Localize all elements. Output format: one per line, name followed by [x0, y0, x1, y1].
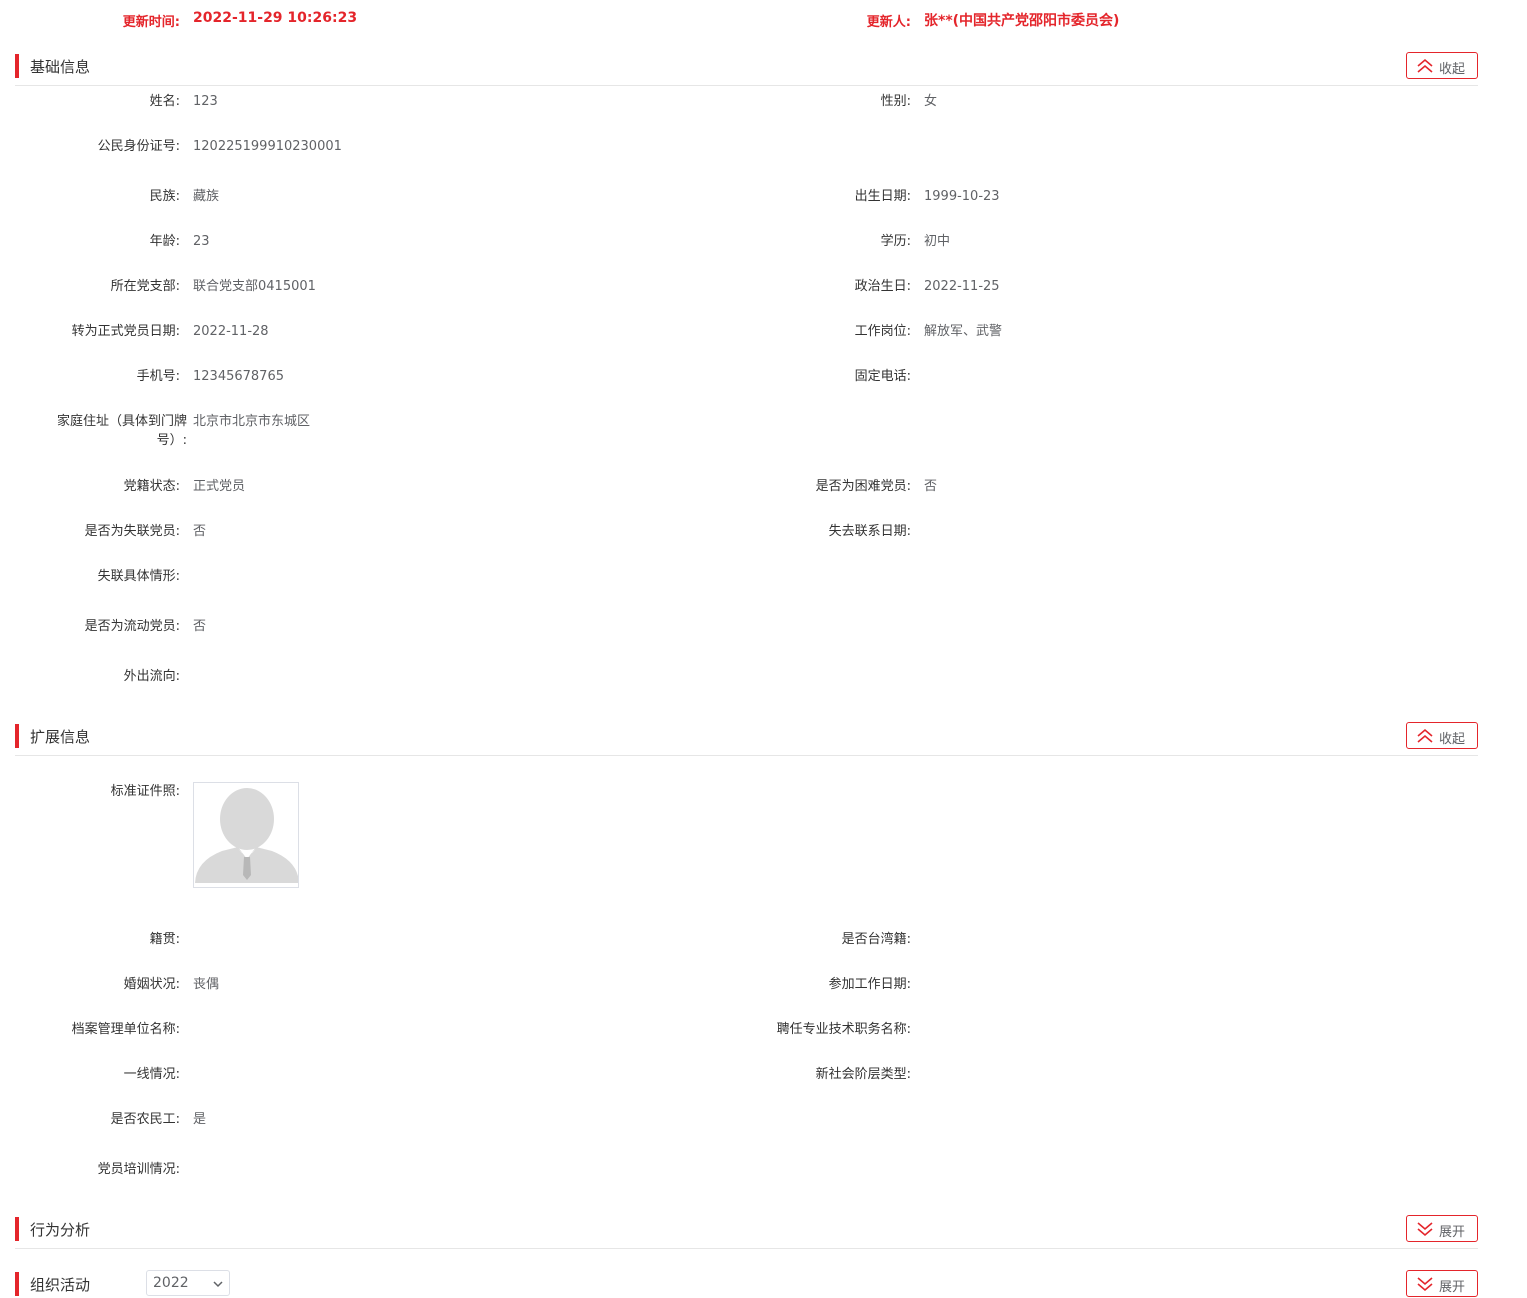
avatar-silhouette-icon: [195, 788, 298, 883]
is-migrant-worker-value: 是: [193, 1112, 207, 1127]
section-header-extended: 扩展信息 收起: [15, 722, 1478, 756]
section-accent-bar: [15, 724, 19, 748]
training-label: 党员培训情况:: [97, 1162, 180, 1177]
is-migrant-worker-label: 是否农民工:: [110, 1112, 180, 1127]
marital-status-value: 丧偶: [193, 977, 220, 992]
professional-title-label: 聘任专业技术职务名称:: [776, 1022, 911, 1037]
ethnicity-value: 藏族: [193, 189, 220, 204]
update-time-label: 更新时间:: [122, 15, 180, 30]
birth-date-value: 1999-10-23: [924, 189, 1000, 204]
section-title-org-activity: 组织活动: [30, 1276, 91, 1294]
id-number-label: 公民身份证号:: [97, 139, 180, 154]
chevron-down-icon: [213, 1281, 223, 1288]
home-address-label: 家庭住址（具体到门牌号）:: [56, 414, 187, 448]
archive-unit-label: 档案管理单位名称:: [71, 1022, 180, 1037]
expand-org-activity-label: 展开: [1439, 1280, 1466, 1295]
marital-status-label: 婚姻状况:: [123, 977, 180, 992]
name-value: 123: [193, 94, 218, 109]
native-place-label: 籍贯:: [149, 932, 180, 947]
political-birthday-value: 2022-11-25: [924, 279, 1000, 294]
new-social-class-label: 新社会阶层类型:: [815, 1067, 911, 1082]
update-time-value: 2022-11-29 10:26:23: [193, 10, 358, 26]
branch-label: 所在党支部:: [110, 279, 180, 294]
job-position-label: 工作岗位:: [854, 324, 911, 339]
name-label: 姓名:: [149, 94, 180, 109]
work-start-date-label: 参加工作日期:: [828, 977, 911, 992]
section-accent-bar: [15, 1217, 19, 1241]
id-photo-placeholder: [193, 782, 299, 888]
section-accent-bar: [15, 1272, 19, 1296]
collapse-basic-label: 收起: [1439, 62, 1466, 77]
section-title-extended: 扩展信息: [30, 728, 91, 746]
expand-behavior-button[interactable]: 展开: [1406, 1215, 1478, 1242]
age-value: 23: [193, 234, 210, 249]
expand-org-activity-button[interactable]: 展开: [1406, 1270, 1478, 1297]
collapse-extended-button[interactable]: 收起: [1406, 722, 1478, 749]
is-lost-contact-value: 否: [193, 524, 207, 539]
expand-behavior-label: 展开: [1439, 1225, 1466, 1240]
is-needy-value: 否: [924, 479, 938, 494]
is-needy-label: 是否为困难党员:: [815, 479, 911, 494]
education-value: 初中: [924, 234, 951, 249]
outflow-direction-label: 外出流向:: [123, 669, 180, 684]
year-select[interactable]: 2022: [146, 1270, 230, 1296]
full-member-date-label: 转为正式党员日期:: [71, 324, 180, 339]
year-select-value: 2022: [153, 1275, 189, 1291]
collapse-basic-button[interactable]: 收起: [1406, 52, 1478, 79]
political-birthday-label: 政治生日:: [854, 279, 911, 294]
is-mobile-member-label: 是否为流动党员:: [84, 619, 180, 634]
mobile-value: 12345678765: [193, 369, 284, 384]
is-mobile-member-value: 否: [193, 619, 207, 634]
gender-label: 性别:: [880, 94, 911, 109]
photo-label: 标准证件照:: [110, 784, 180, 799]
is-taiwan-label: 是否台湾籍:: [841, 932, 911, 947]
full-member-date-value: 2022-11-28: [193, 324, 269, 339]
ethnicity-label: 民族:: [149, 189, 180, 204]
job-position-value: 解放军、武警: [924, 324, 1003, 339]
collapse-extended-label: 收起: [1439, 732, 1466, 747]
section-accent-bar: [15, 54, 19, 78]
lost-contact-details-label: 失联具体情形:: [97, 569, 180, 584]
double-chevron-up-icon: [1417, 728, 1433, 743]
double-chevron-up-icon: [1417, 58, 1433, 73]
birth-date-label: 出生日期:: [854, 189, 911, 204]
home-address-value: 北京市北京市东城区: [193, 414, 311, 429]
is-lost-contact-label: 是否为失联党员:: [84, 524, 180, 539]
mobile-label: 手机号:: [136, 369, 180, 384]
section-header-basic: 基础信息 收起: [15, 52, 1478, 86]
landline-label: 固定电话:: [854, 369, 911, 384]
branch-value: 联合党支部0415001: [193, 279, 316, 294]
education-label: 学历:: [880, 234, 911, 249]
double-chevron-down-icon: [1417, 1277, 1433, 1292]
lost-contact-date-label: 失去联系日期:: [828, 524, 911, 539]
id-number-value: 120225199910230001: [193, 139, 342, 154]
update-user-value: 张**(中国共产党邵阳市委员会): [924, 13, 1120, 29]
membership-status-value: 正式党员: [193, 479, 246, 494]
age-label: 年龄:: [149, 234, 180, 249]
update-user-label: 更新人:: [866, 15, 911, 30]
section-header-org-activity: 组织活动 展开: [15, 1270, 1478, 1298]
double-chevron-down-icon: [1417, 1222, 1433, 1237]
section-header-behavior: 行为分析 展开: [15, 1215, 1478, 1249]
gender-value: 女: [924, 94, 938, 109]
frontline-label: 一线情况:: [123, 1067, 180, 1082]
membership-status-label: 党籍状态:: [123, 479, 180, 494]
update-info-row: 更新时间: 2022-11-29 10:26:23 更新人: 张**(中国共产党…: [0, 0, 1527, 38]
section-title-behavior: 行为分析: [30, 1221, 91, 1239]
section-title-basic: 基础信息: [30, 58, 91, 76]
